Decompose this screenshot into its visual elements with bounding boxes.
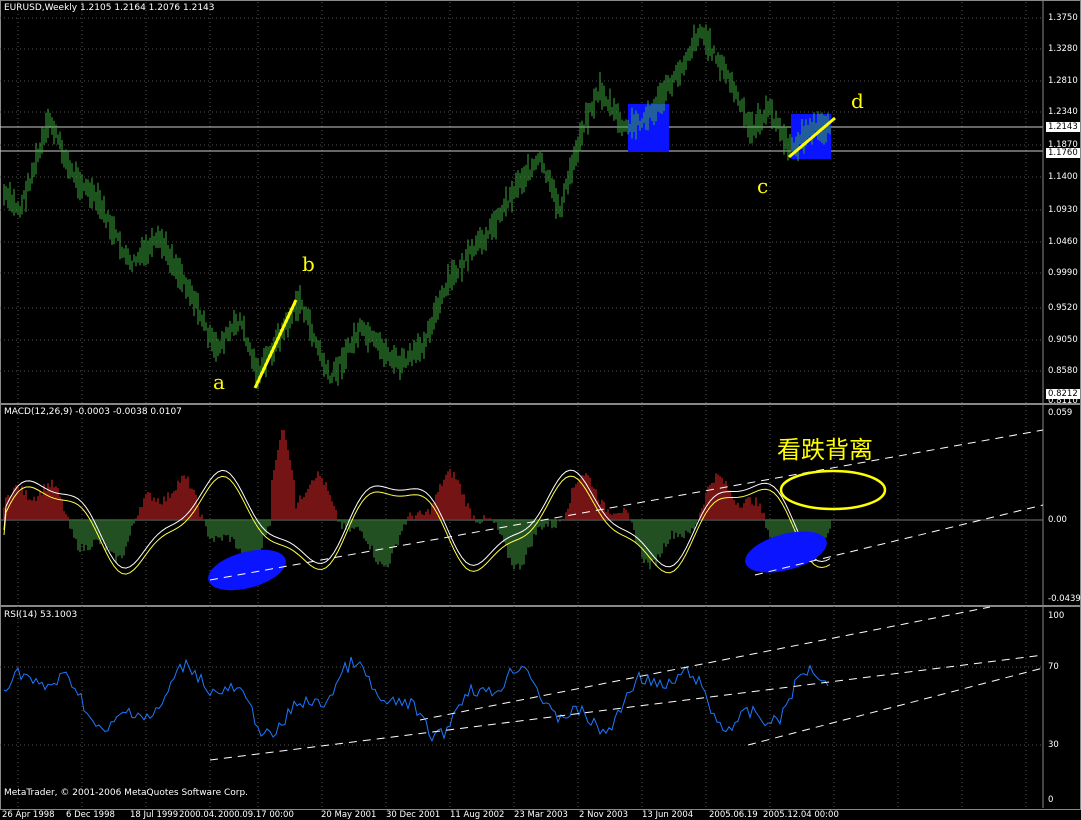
date-label: 6 Dec 1998 bbox=[66, 810, 115, 820]
rsi-trend-line bbox=[209, 654, 1044, 761]
rsi-axis-label: 70 bbox=[1048, 662, 1059, 672]
bearish-divergence-label: 看跌背离 bbox=[777, 436, 873, 464]
annotation-c: c bbox=[757, 174, 769, 198]
rsi-trend-line bbox=[747, 667, 1044, 746]
copyright-text: MetaTrader, © 2001-2006 MetaQuotes Softw… bbox=[4, 788, 249, 798]
date-label: 26 Apr 1998 bbox=[2, 810, 55, 820]
price-axis-label: 1.0460 bbox=[1048, 237, 1078, 247]
rsi-line bbox=[3, 656, 829, 742]
line-price-tag: 1.1760 bbox=[1046, 148, 1080, 158]
macd-highlight-ellipse bbox=[208, 549, 286, 591]
date-label: 18 Jul 1999 bbox=[130, 810, 179, 820]
price-axis-label: 1.3750 bbox=[1048, 13, 1078, 23]
rsi-trend-line bbox=[419, 606, 991, 721]
date-label: 2000.09.17 00:00 bbox=[218, 810, 294, 820]
low-price-tag: 0.8212 bbox=[1046, 389, 1080, 399]
date-label: 2 Nov 2003 bbox=[579, 810, 629, 820]
annotation-b: b bbox=[302, 252, 315, 276]
price-axis-label: 1.1400 bbox=[1048, 172, 1078, 182]
macd-axis-label: -0.0439 bbox=[1048, 594, 1081, 604]
date-label: 30 Dec 2001 bbox=[386, 810, 441, 820]
price-axis-label: 0.9520 bbox=[1048, 303, 1078, 313]
rsi-axis-label: 100 bbox=[1048, 611, 1065, 621]
date-label: 13 Jun 2004 bbox=[642, 810, 694, 820]
rsi-axis-label: 30 bbox=[1048, 740, 1059, 750]
rsi-axis-label: 0 bbox=[1048, 795, 1054, 805]
date-label: 2005.12.04 00:00 bbox=[763, 810, 839, 820]
current-price-tag: 1.2143 bbox=[1046, 122, 1080, 132]
annotation-d: d bbox=[851, 89, 864, 113]
date-label: 23 Mar 2003 bbox=[514, 810, 568, 820]
price-axis-label: 1.2340 bbox=[1048, 107, 1078, 117]
macd-trend-line bbox=[209, 429, 1044, 581]
date-label: 11 Aug 2002 bbox=[450, 810, 505, 820]
price-axis-label: 1.0930 bbox=[1048, 205, 1078, 215]
annotation-a: a bbox=[213, 370, 225, 394]
date-label: 2000.04. bbox=[179, 810, 217, 820]
macd-axis-label: 0.00 bbox=[1048, 515, 1067, 525]
divergence-ellipse bbox=[779, 469, 887, 511]
rsi-title: RSI(14) 53.1003 bbox=[4, 610, 78, 620]
price-axis-label: 0.8580 bbox=[1048, 366, 1078, 376]
price-axis-label: 0.9990 bbox=[1048, 268, 1078, 278]
date-label: 2005.06.19 bbox=[709, 810, 758, 820]
price-axis-label: 1.2810 bbox=[1048, 76, 1078, 86]
price-axis-label: 1.3280 bbox=[1048, 44, 1078, 54]
price-axis-label: 0.9050 bbox=[1048, 335, 1078, 345]
trendline-ab bbox=[253, 299, 298, 389]
macd-title: MACD(12,26,9) -0.0003 -0.0038 0.0107 bbox=[4, 407, 182, 417]
date-label: 20 May 2001 bbox=[321, 810, 377, 820]
macd-axis-label: 0.059 bbox=[1048, 408, 1073, 418]
price-chart-title: EURUSD,Weekly 1.2105 1.2164 1.2076 1.214… bbox=[4, 3, 215, 13]
